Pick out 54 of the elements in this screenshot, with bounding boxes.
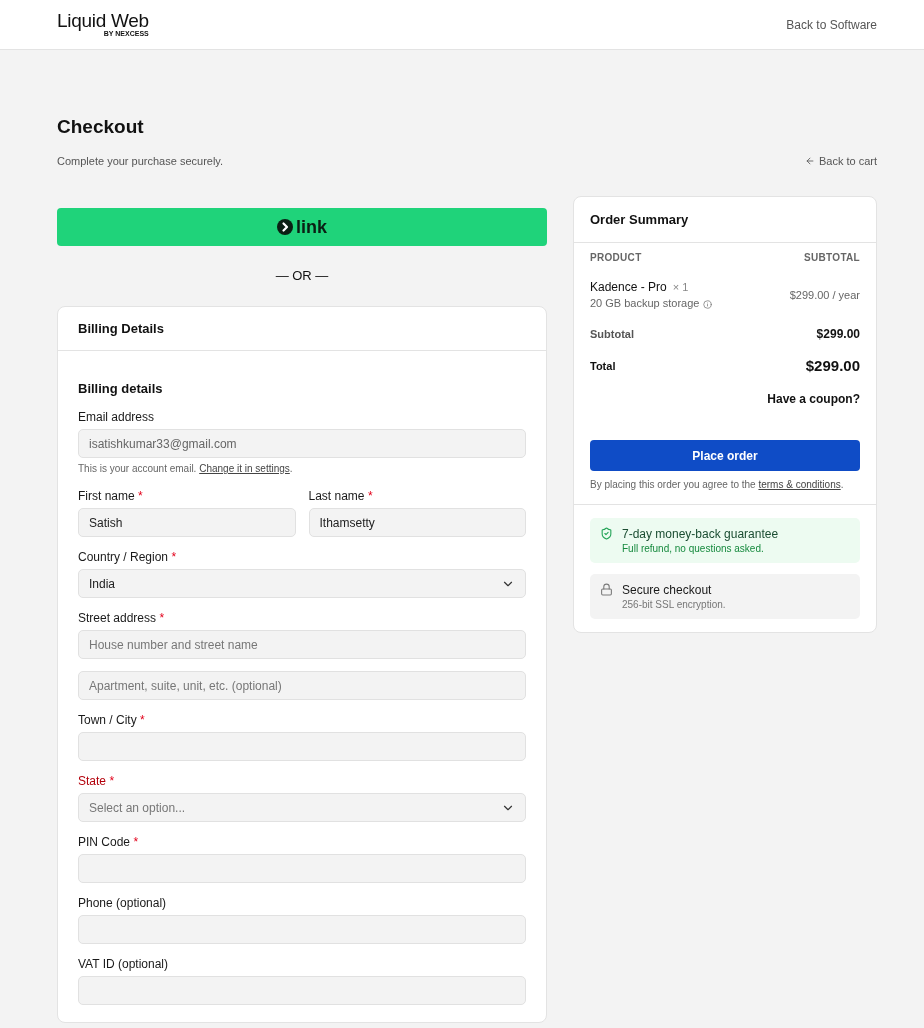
field-label: Street address *: [78, 610, 166, 626]
input-field[interactable]: [78, 854, 526, 883]
page-title: Checkout: [57, 115, 145, 139]
coupon-link[interactable]: Have a coupon?: [767, 391, 860, 407]
badge-title: 7-day money-back guarantee: [622, 525, 779, 542]
input-field[interactable]: [78, 915, 526, 944]
product-detail: 20 GB backup storage: [590, 296, 700, 311]
chevron-circle-icon: [277, 219, 293, 235]
column-header: SUBTOTAL: [804, 251, 860, 265]
field-label: Town / City *: [78, 712, 146, 728]
place-order-button[interactable]: Place order: [590, 440, 860, 471]
arrow-left-icon: [804, 156, 815, 166]
input-field[interactable]: [78, 732, 526, 761]
terms-text: By placing this order you agree to the terms & conditions.: [590, 478, 845, 492]
input-field[interactable]: House number and street name: [78, 630, 526, 659]
badge-text: Full refund, no questions asked.: [622, 541, 765, 556]
field-label: Last name *: [308, 488, 374, 504]
lock-icon: [600, 583, 613, 596]
back-to-cart-link[interactable]: Back to cart: [804, 153, 877, 169]
card-title: Order Summary: [590, 210, 689, 229]
select-field[interactable]: India: [78, 569, 526, 598]
input-field[interactable]: Satish: [78, 508, 296, 537]
field-label: Phone (optional): [78, 895, 168, 911]
total-label: Total: [590, 359, 616, 374]
input-field[interactable]: [78, 976, 526, 1005]
field-label: State *: [78, 773, 116, 789]
page-subtitle: Complete your purchase securely.: [57, 154, 224, 169]
select-field[interactable]: Select an option...: [78, 793, 526, 822]
field-label: VAT ID (optional): [78, 956, 170, 972]
field-label: Country / Region *: [78, 549, 178, 565]
input-field[interactable]: Ithamsetty: [308, 508, 526, 537]
total-value: $299.00: [805, 356, 860, 376]
subtotal-label: Subtotal: [590, 327, 634, 342]
input-field[interactable]: Apartment, suite, unit, etc. (optional): [78, 671, 526, 700]
field-label: PIN Code *: [78, 834, 140, 850]
product-name: Kadence - Pro: [590, 279, 667, 295]
card-title: Billing Details: [78, 319, 164, 338]
section-title: Billing details: [78, 380, 164, 398]
link-pay-button[interactable]: link: [57, 208, 547, 246]
or-divider-text: — OR —: [274, 267, 330, 285]
column-header: PRODUCT: [590, 251, 642, 265]
badge-title: Secure checkout: [622, 581, 713, 598]
logo-wordmark[interactable]: Liquid Web: [57, 11, 149, 30]
field-label: Email address: [78, 409, 156, 425]
back-to-software-link[interactable]: Back to Software: [786, 16, 877, 33]
shield-check-icon: [600, 527, 613, 540]
terms-link[interactable]: terms & conditions: [758, 479, 841, 490]
badge-text: 256-bit SSL encryption.: [622, 597, 726, 612]
hint-text: This is your account email. Change it in settings.: [78, 462, 294, 476]
product-quantity: × 1: [672, 280, 689, 295]
product-price: $299.00 / year: [789, 288, 860, 303]
info-icon[interactable]: [703, 299, 713, 309]
subtotal-value: $299.00: [816, 326, 860, 342]
field-label: First name *: [78, 488, 144, 504]
